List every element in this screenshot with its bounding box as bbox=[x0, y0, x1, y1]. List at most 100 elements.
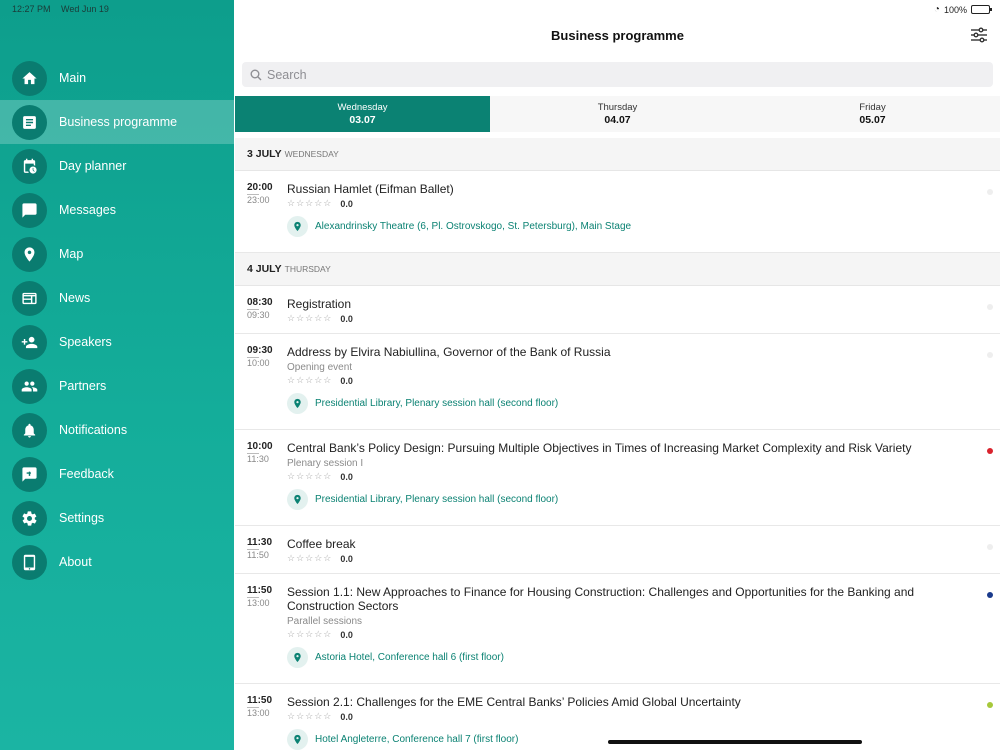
event-end-time: 09:30 bbox=[247, 310, 270, 320]
sidebar-item-news[interactable]: News bbox=[0, 276, 234, 320]
location-pin-icon bbox=[287, 216, 308, 237]
category-dot bbox=[987, 189, 993, 195]
sidebar-item-map[interactable]: Map bbox=[0, 232, 234, 276]
location-link[interactable]: Hotel Angleterre, Conference hall 7 (fir… bbox=[315, 734, 518, 745]
battery-percent: 100% bbox=[943, 4, 967, 15]
category-dot bbox=[987, 592, 993, 598]
tab-wednesday[interactable]: Wednesday 03.07 bbox=[235, 96, 490, 132]
sidebar-item-label: Map bbox=[59, 247, 84, 261]
star-rating-icon[interactable]: ☆☆☆☆☆ bbox=[287, 629, 332, 640]
event-title: Coffee break bbox=[287, 537, 356, 551]
filter-button[interactable] bbox=[970, 26, 988, 44]
sidebar-item-about[interactable]: About bbox=[0, 540, 234, 584]
sidebar-item-notifications[interactable]: Notifications bbox=[0, 408, 234, 452]
location-link[interactable]: Presidential Library, Plenary session ha… bbox=[315, 398, 558, 409]
search-input[interactable] bbox=[267, 67, 967, 82]
location-link[interactable]: Alexandrinsky Theatre (6, Pl. Ostrovskog… bbox=[315, 221, 631, 232]
day-section-header: 3 JULY WEDNESDAY bbox=[235, 138, 1000, 171]
feedback-icon bbox=[12, 456, 47, 492]
wifi-icon: ◔ bbox=[933, 4, 940, 15]
status-time: 12:27 PM bbox=[12, 4, 51, 14]
event-location[interactable]: Astoria Hotel, Conference hall 6 (first … bbox=[287, 647, 960, 668]
event-rating: ☆☆☆☆☆ 0.0 bbox=[287, 629, 960, 640]
sidebar-item-day-planner[interactable]: Day planner bbox=[0, 144, 234, 188]
tab-date-label: 04.07 bbox=[604, 114, 631, 126]
location-link[interactable]: Astoria Hotel, Conference hall 6 (first … bbox=[315, 652, 504, 663]
day-header-date: 4 JULY bbox=[247, 263, 282, 275]
home-indicator[interactable] bbox=[608, 740, 862, 744]
location-pin-icon bbox=[287, 489, 308, 510]
star-rating-icon[interactable]: ☆☆☆☆☆ bbox=[287, 471, 332, 482]
star-rating-icon[interactable]: ☆☆☆☆☆ bbox=[287, 711, 332, 722]
sidebar-item-feedback[interactable]: Feedback bbox=[0, 452, 234, 496]
event-location[interactable]: Presidential Library, Plenary session ha… bbox=[287, 393, 960, 414]
category-dot bbox=[987, 702, 993, 708]
tablet-icon bbox=[12, 544, 47, 580]
category-dot bbox=[987, 448, 993, 454]
tab-thursday[interactable]: Thursday 04.07 bbox=[490, 96, 745, 132]
event-rating: ☆☆☆☆☆ 0.0 bbox=[287, 471, 960, 482]
tab-friday[interactable]: Friday 05.07 bbox=[745, 96, 1000, 132]
sidebar-item-label: About bbox=[59, 555, 92, 569]
event-times: 11:50 13:00 bbox=[247, 695, 279, 718]
event-subtitle: Parallel sessions bbox=[287, 616, 363, 627]
event-title: Session 1.1: New Approaches to Finance f… bbox=[287, 585, 915, 613]
search-bar bbox=[242, 62, 993, 87]
sidebar-item-label: Business programme bbox=[59, 115, 178, 129]
calendar-clock-icon bbox=[12, 148, 47, 184]
event-times: 08:30 09:30 bbox=[247, 297, 279, 320]
event-row[interactable]: 11:50 13:00 Session 1.1: New Approaches … bbox=[235, 574, 1000, 684]
event-row[interactable]: 20:00 23:00 Russian Hamlet (Eifman Balle… bbox=[235, 171, 1000, 253]
event-row[interactable]: 09:30 10:00 Address by Elvira Nabiullina… bbox=[235, 334, 1000, 430]
star-rating-icon[interactable]: ☆☆☆☆☆ bbox=[287, 313, 332, 324]
tab-day-label: Wednesday bbox=[337, 102, 388, 113]
location-pin-icon bbox=[287, 729, 308, 750]
sidebar-item-partners[interactable]: Partners bbox=[0, 364, 234, 408]
map-pin-icon bbox=[12, 236, 47, 272]
event-row[interactable]: 10:00 11:30 Central Bank’s Policy Design… bbox=[235, 430, 1000, 526]
rating-score: 0.0 bbox=[340, 711, 353, 722]
event-rating: ☆☆☆☆☆ 0.0 bbox=[287, 553, 960, 564]
event-list: 3 JULY WEDNESDAY 20:00 23:00 Russian Ham… bbox=[235, 138, 1000, 750]
star-rating-icon[interactable]: ☆☆☆☆☆ bbox=[287, 553, 332, 564]
sidebar-item-label: Main bbox=[59, 71, 87, 85]
sidebar-item-label: Messages bbox=[59, 203, 116, 217]
event-rating: ☆☆☆☆☆ 0.0 bbox=[287, 711, 960, 722]
status-bar-right: ◔ 100% bbox=[933, 4, 992, 15]
tab-day-label: Friday bbox=[859, 102, 886, 113]
event-row[interactable]: 11:30 11:50 Coffee break ☆☆☆☆☆ 0.0 bbox=[235, 526, 1000, 574]
event-title: Central Bank’s Policy Design: Pursuing M… bbox=[287, 441, 912, 455]
event-end-time: 13:00 bbox=[247, 598, 270, 608]
event-start-time: 09:30 bbox=[247, 345, 273, 356]
event-subtitle: Opening event bbox=[287, 362, 353, 373]
star-rating-icon[interactable]: ☆☆☆☆☆ bbox=[287, 198, 332, 209]
page-title: Business programme bbox=[551, 28, 684, 43]
event-location[interactable]: Alexandrinsky Theatre (6, Pl. Ostrovskog… bbox=[287, 216, 960, 237]
tab-date-label: 05.07 bbox=[859, 114, 886, 126]
category-dot bbox=[987, 544, 993, 550]
sidebar-item-speakers[interactable]: Speakers bbox=[0, 320, 234, 364]
event-end-time: 13:00 bbox=[247, 708, 270, 718]
star-rating-icon[interactable]: ☆☆☆☆☆ bbox=[287, 375, 332, 386]
location-link[interactable]: Presidential Library, Plenary session ha… bbox=[315, 494, 558, 505]
event-end-time: 23:00 bbox=[247, 195, 270, 205]
event-rating: ☆☆☆☆☆ 0.0 bbox=[287, 375, 960, 386]
sidebar-item-label: Speakers bbox=[59, 335, 112, 349]
sidebar-item-messages[interactable]: Messages bbox=[0, 188, 234, 232]
rating-score: 0.0 bbox=[340, 471, 353, 482]
location-pin-icon bbox=[287, 393, 308, 414]
day-section-header: 4 JULY THURSDAY bbox=[235, 253, 1000, 286]
event-start-time: 11:50 bbox=[247, 585, 273, 596]
event-title: Russian Hamlet (Eifman Ballet) bbox=[287, 182, 454, 196]
event-location[interactable]: Presidential Library, Plenary session ha… bbox=[287, 489, 960, 510]
day-tabs: Wednesday 03.07 Thursday 04.07 Friday 05… bbox=[235, 96, 1000, 132]
event-row[interactable]: 08:30 09:30 Registration ☆☆☆☆☆ 0.0 bbox=[235, 286, 1000, 334]
sidebar-item-business-programme[interactable]: Business programme bbox=[0, 100, 234, 144]
sidebar-item-settings[interactable]: Settings bbox=[0, 496, 234, 540]
rating-score: 0.0 bbox=[340, 553, 353, 564]
search-icon bbox=[250, 69, 262, 80]
rating-score: 0.0 bbox=[340, 313, 353, 324]
people-icon bbox=[12, 368, 47, 404]
sidebar-item-main[interactable]: Main bbox=[0, 56, 234, 100]
sidebar-item-label: News bbox=[59, 291, 91, 305]
